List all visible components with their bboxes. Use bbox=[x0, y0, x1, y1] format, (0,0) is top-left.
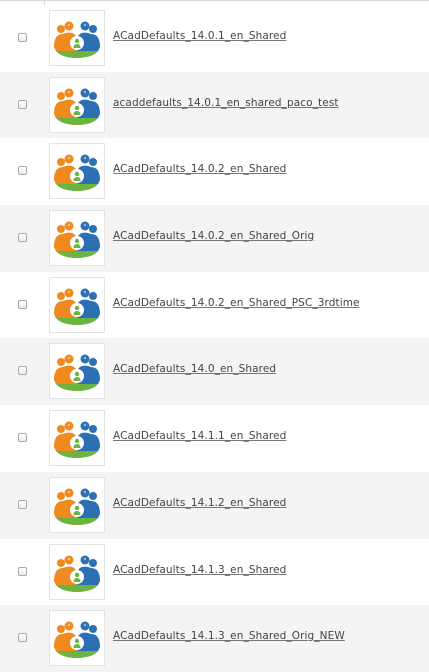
list-item[interactable]: acaddefaults_14.0.1_en_shared_paco_test bbox=[0, 71, 429, 139]
file-thumbnail[interactable] bbox=[49, 610, 105, 667]
select-checkbox[interactable] bbox=[18, 566, 27, 576]
shared-users-icon bbox=[54, 621, 100, 659]
list-item[interactable]: ACadDefaults_14.0.2_en_Shared_Orig bbox=[0, 205, 429, 272]
shared-users-icon bbox=[54, 421, 100, 459]
file-name-link[interactable]: acaddefaults_14.0.1_en_shared_paco_test bbox=[113, 97, 339, 109]
select-checkbox[interactable] bbox=[18, 33, 27, 42]
file-name-link[interactable]: ACadDefaults_14.0.2_en_Shared bbox=[113, 163, 286, 175]
list-item[interactable]: ACadDefaults_14.1.3_en_Shared_Orig_NEW bbox=[0, 605, 429, 672]
shared-users-icon bbox=[54, 88, 100, 125]
file-name-link[interactable]: ACadDefaults_14.0_en_Shared bbox=[113, 363, 276, 375]
file-name-link[interactable]: ACadDefaults_14.1.3_en_Shared_Orig_NEW bbox=[113, 630, 345, 642]
file-thumbnail[interactable] bbox=[49, 143, 105, 200]
select-checkbox[interactable] bbox=[18, 99, 27, 109]
list-item[interactable]: ACadDefaults_14.0.2_en_Shared_PSC_3rdtim… bbox=[0, 271, 429, 339]
file-thumbnail[interactable] bbox=[49, 476, 105, 533]
file-thumbnail[interactable] bbox=[49, 343, 105, 400]
list-item[interactable]: ACadDefaults_14.0.2_en_Shared bbox=[0, 138, 429, 206]
shared-users-icon bbox=[54, 288, 100, 325]
file-thumbnail[interactable] bbox=[49, 76, 105, 133]
file-thumbnail[interactable] bbox=[49, 210, 105, 267]
select-checkbox[interactable] bbox=[18, 633, 27, 643]
shared-users-icon bbox=[54, 354, 100, 392]
select-checkbox[interactable] bbox=[18, 433, 27, 443]
file-list: ACadDefaults_14.0.1_en_Shared acaddefaul… bbox=[0, 5, 429, 672]
list-item[interactable]: ACadDefaults_14.1.3_en_Shared bbox=[0, 538, 429, 606]
file-name-link[interactable]: ACadDefaults_14.0.2_en_Shared_PSC_3rdtim… bbox=[113, 297, 360, 309]
file-thumbnail[interactable] bbox=[49, 276, 105, 333]
list-item[interactable]: ACadDefaults_14.1.2_en_Shared bbox=[0, 471, 429, 539]
file-thumbnail[interactable] bbox=[49, 410, 105, 467]
shared-users-icon bbox=[54, 21, 100, 58]
select-checkbox[interactable] bbox=[18, 233, 27, 243]
list-item[interactable]: ACadDefaults_14.0_en_Shared bbox=[0, 338, 429, 406]
shared-users-icon bbox=[54, 154, 100, 192]
file-name-link[interactable]: ACadDefaults_14.1.3_en_Shared bbox=[113, 564, 286, 576]
shared-users-icon bbox=[54, 488, 100, 525]
file-name-link[interactable]: ACadDefaults_14.0.1_en_Shared bbox=[113, 30, 286, 42]
shared-users-icon bbox=[54, 555, 100, 592]
select-checkbox[interactable] bbox=[18, 366, 27, 376]
select-checkbox[interactable] bbox=[18, 299, 27, 309]
file-name-link[interactable]: ACadDefaults_14.1.1_en_Shared bbox=[113, 430, 286, 442]
list-item[interactable]: ACadDefaults_14.0.1_en_Shared bbox=[0, 5, 429, 72]
file-thumbnail[interactable] bbox=[49, 10, 105, 66]
list-item[interactable]: ACadDefaults_14.1.1_en_Shared bbox=[0, 405, 429, 472]
shared-users-icon bbox=[54, 221, 100, 259]
select-checkbox[interactable] bbox=[18, 499, 27, 509]
file-thumbnail[interactable] bbox=[49, 543, 105, 600]
file-name-link[interactable]: ACadDefaults_14.0.2_en_Shared_Orig bbox=[113, 230, 314, 242]
file-name-link[interactable]: ACadDefaults_14.1.2_en_Shared bbox=[113, 497, 286, 509]
select-checkbox[interactable] bbox=[18, 166, 27, 176]
